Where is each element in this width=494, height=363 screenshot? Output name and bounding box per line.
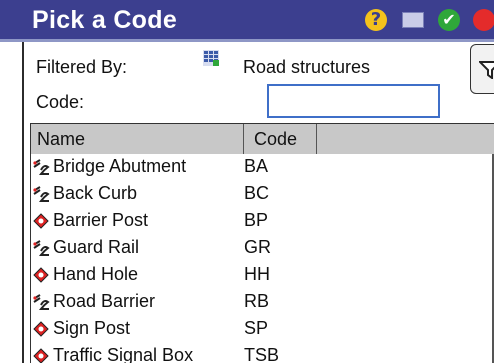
list-item-name: Guard Rail <box>53 237 140 257</box>
funnel-icon <box>479 61 494 79</box>
list-item-name: Road Barrier <box>53 291 156 311</box>
filter-button[interactable] <box>470 44 494 94</box>
list-item-code: GR <box>244 237 271 257</box>
list-item-code: TSB <box>244 345 280 363</box>
list-header: Name Code <box>31 124 494 154</box>
list-item-name: Back Curb <box>53 183 138 203</box>
point-icon <box>32 320 50 338</box>
list-item-code: BP <box>244 210 269 230</box>
list-item[interactable]: Back Curb BC <box>31 181 494 208</box>
ok-icon[interactable]: ✔ <box>437 8 461 32</box>
filter-label: Filtered By: <box>36 57 128 77</box>
list-item-name: Sign Post <box>53 318 131 338</box>
list-item[interactable]: Hand Hole HH <box>31 262 494 289</box>
list-item-code: SP <box>244 318 269 338</box>
list-item-code: RB <box>244 291 270 311</box>
keyboard-icon[interactable] <box>401 8 425 32</box>
help-icon[interactable]: ? <box>364 8 388 32</box>
code-input[interactable] <box>267 84 440 118</box>
left-border <box>22 42 24 363</box>
list-item-code: BC <box>244 183 270 203</box>
code-label: Code: <box>36 92 85 112</box>
line-icon <box>32 158 50 176</box>
filter-value: Road structures <box>243 57 371 77</box>
list-item-name: Barrier Post <box>53 210 149 230</box>
column-header-blank <box>317 124 494 154</box>
list-item[interactable]: Guard Rail GR <box>31 235 494 262</box>
point-icon <box>32 212 50 230</box>
list-item-name: Traffic Signal Box <box>53 345 194 363</box>
window-title: Pick a Code <box>32 6 178 34</box>
point-icon <box>32 347 50 363</box>
list-item-code: HH <box>244 264 270 284</box>
line-icon <box>32 293 50 311</box>
list-item[interactable]: Road Barrier RB <box>31 289 494 316</box>
filter-list-icon <box>203 50 219 66</box>
line-icon <box>32 239 50 257</box>
list-item-code: BA <box>244 156 269 176</box>
close-icon[interactable] <box>472 8 494 32</box>
title-bar: Pick a Code ? ✔ <box>0 0 494 42</box>
column-header-code[interactable]: Code <box>244 124 317 154</box>
pick-code-window: Pick a Code ? ✔ Filtered By: Road struct… <box>0 0 494 363</box>
list-item-name: Bridge Abutment <box>53 156 187 176</box>
list-item[interactable]: Bridge Abutment BA <box>31 154 494 181</box>
list-item[interactable]: Barrier Post BP <box>31 208 494 235</box>
code-list: Name Code Bridge Abutment BA Back Curb BC Ba… <box>30 123 494 363</box>
list-item-name: Hand Hole <box>53 264 139 284</box>
list-item[interactable]: Traffic Signal Box TSB <box>31 343 494 363</box>
line-icon <box>32 185 50 203</box>
column-header-name[interactable]: Name <box>31 124 244 154</box>
point-icon <box>32 266 50 284</box>
list-item[interactable]: Sign Post SP <box>31 316 494 343</box>
